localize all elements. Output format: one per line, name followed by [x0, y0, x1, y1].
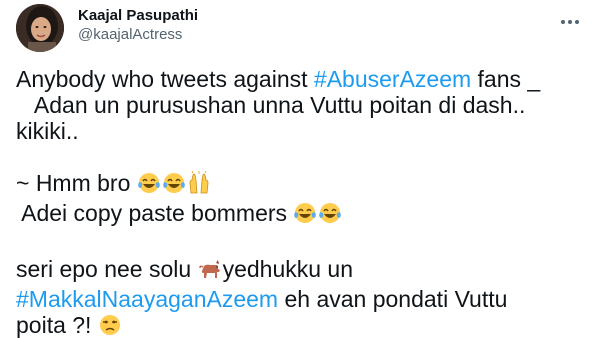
- line-break: [16, 230, 584, 256]
- text-segment: ~ Hmm bro: [16, 170, 137, 196]
- hashtag-makkal-naayagan-azeem[interactable]: #MakkalNaayaganAzeem: [16, 286, 278, 312]
- tears-of-joy-emoji: [318, 201, 342, 230]
- text-segment: fans _: [471, 66, 541, 92]
- author-names: Kaajal Pasupathi @kaajalActress: [78, 7, 198, 45]
- text-segment: Adei copy paste bommers: [16, 200, 294, 226]
- text-segment: yedhukku un: [222, 256, 354, 282]
- tweet-header: Kaajal Pasupathi @kaajalActress: [16, 4, 584, 52]
- more-options-icon[interactable]: [558, 10, 582, 34]
- tweet-card: Kaajal Pasupathi @kaajalActress Anybody …: [0, 0, 600, 338]
- tweet-line: poita ?!: [16, 312, 584, 338]
- tweet-line: Anybody who tweets against #AbuserAzeem …: [16, 66, 584, 92]
- text-segment: seri epo nee solu: [16, 256, 198, 282]
- user-handle[interactable]: @kaajalActress: [78, 26, 198, 45]
- tweet-line: kikiki..: [16, 118, 79, 144]
- text-segment: Anybody who tweets against: [16, 66, 314, 92]
- unamused-face-emoji: [98, 313, 122, 338]
- line-break: [16, 144, 584, 170]
- text-segment: poita ?!: [16, 312, 98, 338]
- tweet-line: Adei copy paste bommers: [16, 200, 584, 230]
- display-name[interactable]: Kaajal Pasupathi: [78, 7, 198, 26]
- tears-of-joy-emoji: [137, 171, 161, 200]
- tears-of-joy-emoji: [162, 171, 186, 200]
- tweet-line: Adan un purusushan unna Vuttu poitan di …: [16, 92, 526, 118]
- hashtag-abuser-azeem[interactable]: #AbuserAzeem: [314, 66, 471, 92]
- tweet-line: seri epo nee solu yedhukku un: [16, 256, 584, 286]
- avatar[interactable]: [16, 4, 64, 52]
- tears-of-joy-emoji: [293, 201, 317, 230]
- tweet-text: Anybody who tweets against #AbuserAzeem …: [16, 66, 584, 338]
- tweet-line: ~ Hmm bro: [16, 170, 584, 200]
- text-segment: eh avan pondati Vuttu: [278, 286, 508, 312]
- tweet-line: #MakkalNaayaganAzeem eh avan pondati Vut…: [16, 286, 584, 312]
- raising-hands-emoji: [187, 170, 211, 200]
- dog-emoji: [198, 257, 222, 286]
